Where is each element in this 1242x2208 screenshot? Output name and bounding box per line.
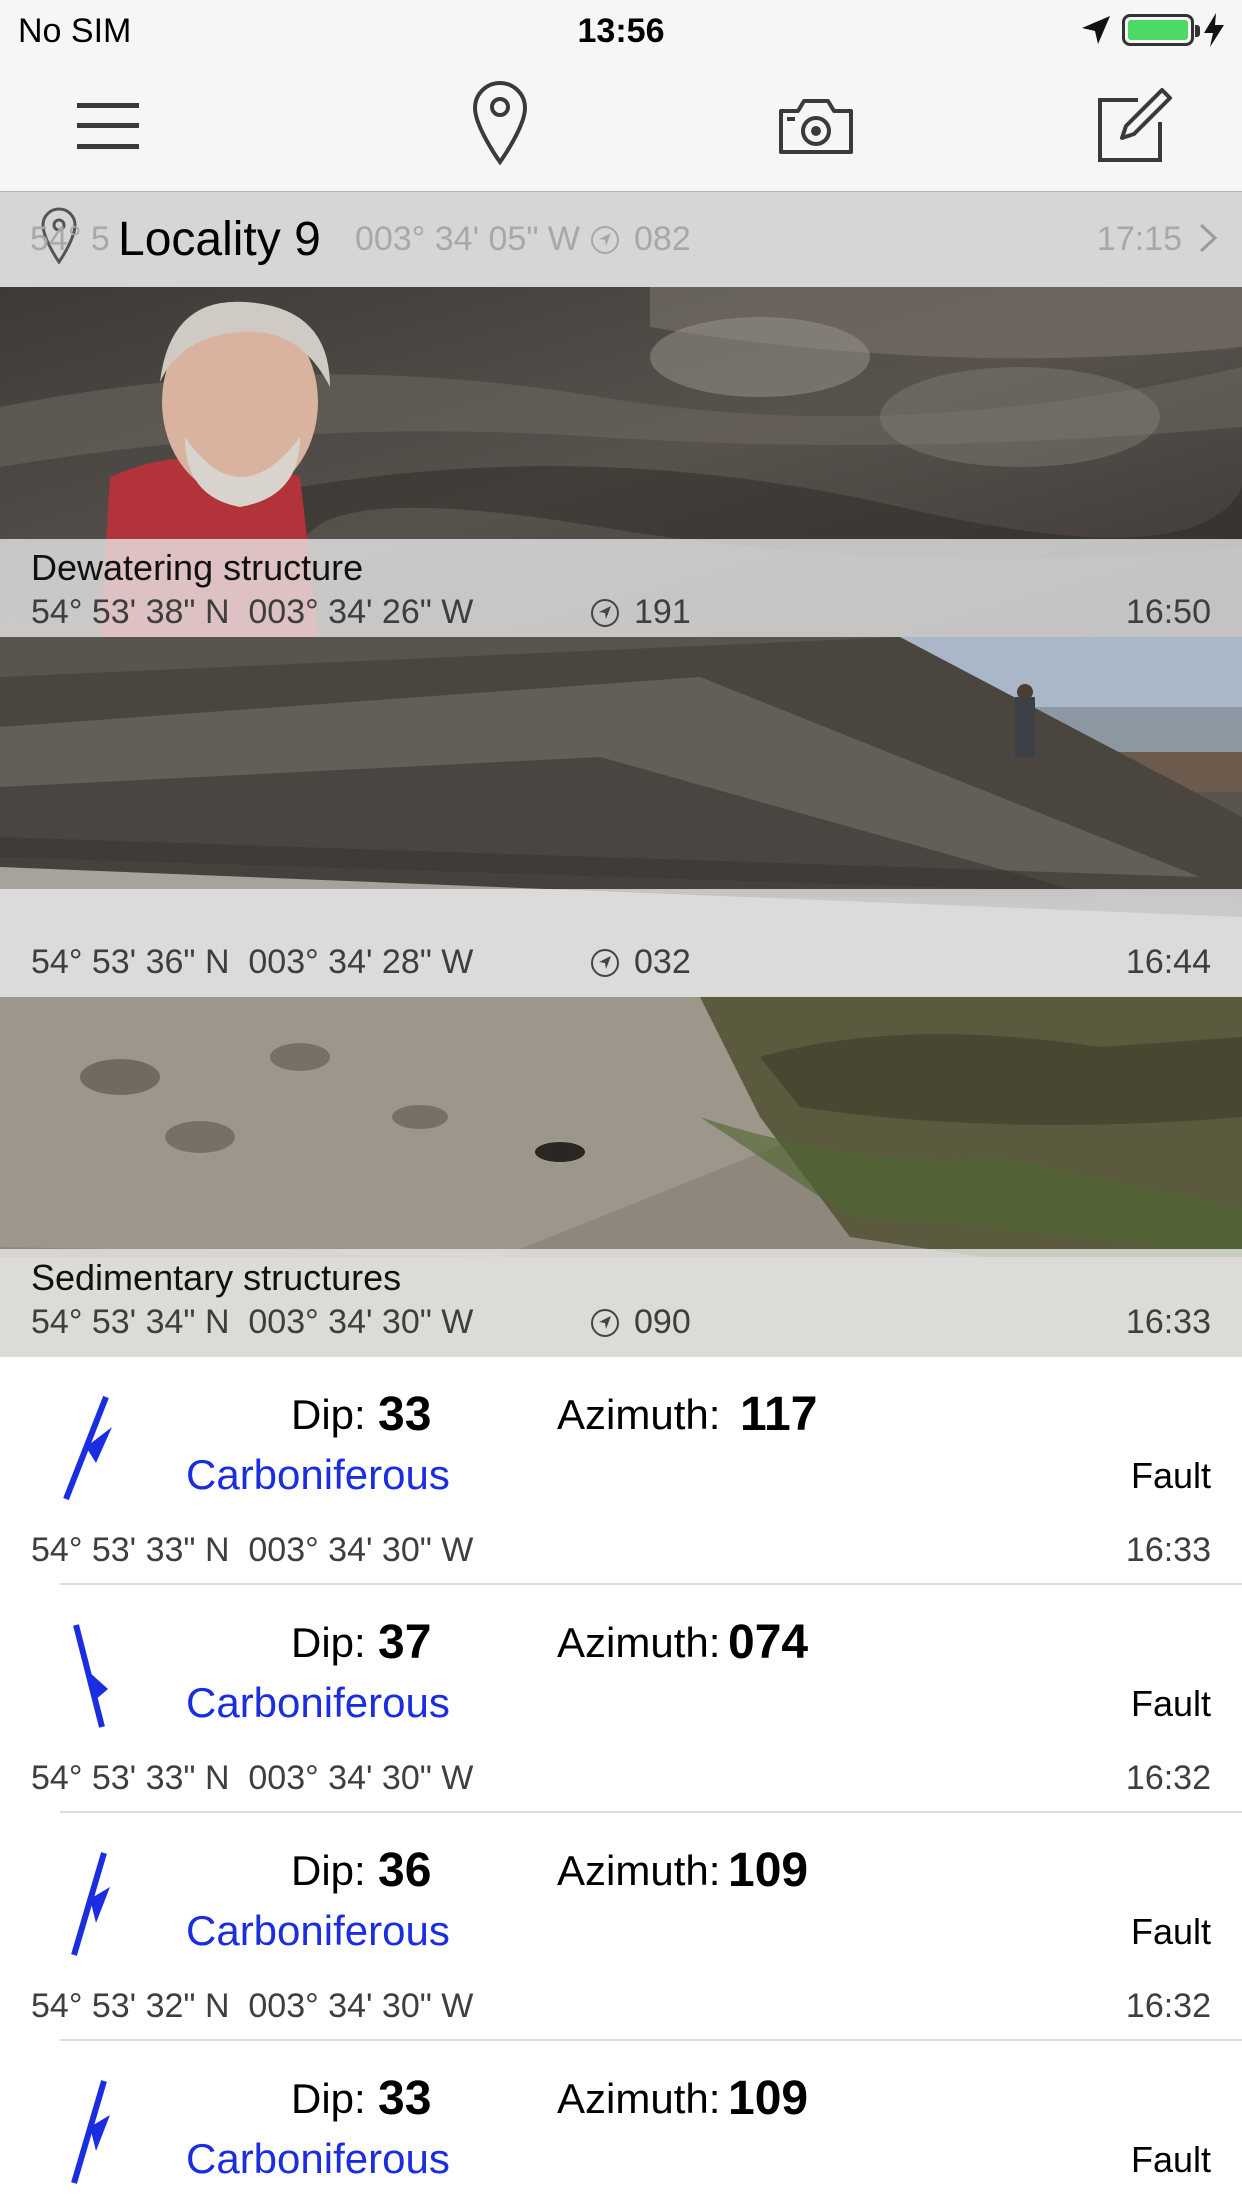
status-right-group: [1080, 10, 1224, 50]
dip-label: Dip:: [291, 1391, 366, 1438]
structure-type: Fault: [1130, 1683, 1211, 1724]
new-note-button[interactable]: [1090, 82, 1178, 170]
azimuth-label: Azimuth:: [557, 1847, 721, 1894]
geologic-period: Carboniferous: [186, 1679, 450, 1726]
locality-time: 17:15: [1096, 220, 1182, 258]
measurement-entry[interactable]: Dip: 33 Azimuth: 117 Carboniferous Fault…: [0, 1357, 1242, 1585]
photo-bearing-value: 090: [634, 1303, 691, 1341]
photo-bearing-value: 191: [634, 593, 691, 631]
photo-coordinates: 54° 53' 34" N 003° 34' 30" W: [31, 1303, 474, 1341]
dip-value: 36: [378, 1844, 432, 1897]
menu-icon: [77, 103, 139, 149]
measurement-coordinates: 54° 53' 32" N 003° 34' 30" W: [31, 1987, 474, 2025]
add-location-button[interactable]: [456, 78, 544, 166]
locality-title: Locality 9: [118, 213, 321, 266]
locality-latitude: 54° 5: [30, 220, 110, 258]
dip-value: 33: [378, 2072, 432, 2125]
compass-icon: [591, 598, 619, 627]
photo-bearing-value: 032: [634, 943, 691, 981]
photo-entry[interactable]: 54° 53' 36" N 003° 34' 28" W 032 16:44: [0, 637, 1242, 997]
chevron-right-icon: [1199, 223, 1218, 253]
measurement-time: 16:32: [1125, 1759, 1211, 1797]
location-arrow-icon: [1082, 16, 1110, 44]
photo-caption: Sedimentary structures 54° 53' 34" N 003…: [0, 1249, 1242, 1357]
azimuth-label: Azimuth:: [557, 2075, 721, 2122]
photo-time: 16:44: [1125, 943, 1211, 981]
measurement-entry[interactable]: Dip: 36 Azimuth: 109 Carboniferous Fault…: [0, 1813, 1242, 2041]
geologic-period: Carboniferous: [186, 2135, 450, 2182]
location-pin-icon: [472, 81, 528, 165]
camera-icon: [779, 99, 853, 154]
compass-icon: [591, 225, 619, 254]
azimuth-value: 109: [728, 2072, 809, 2125]
fault-symbol-icon: [63, 1395, 112, 1501]
photo-bearing: 032: [590, 943, 691, 982]
photo-caption: Dewatering structure 54° 53' 38" N 003° …: [0, 539, 1242, 647]
fault-symbol-icon: [73, 1624, 108, 1728]
structure-type: Fault: [1130, 1911, 1211, 1952]
status-bar: No SIM 13:56: [0, 0, 1242, 60]
compose-icon: [1098, 88, 1172, 162]
locality-header[interactable]: 54° 5 003° 34' 05" W 082 17:15 Locality …: [0, 192, 1242, 287]
photo-title: Sedimentary structures: [31, 1257, 402, 1298]
measurement-entry[interactable]: Dip: 33 Azimuth: 109 Carboniferous Fault: [0, 2041, 1242, 2208]
photo-entry[interactable]: Dewatering structure 54° 53' 38" N 003° …: [0, 287, 1242, 647]
camera-button[interactable]: [772, 82, 860, 170]
dip-value: 33: [378, 1388, 432, 1441]
menu-button[interactable]: [64, 82, 152, 170]
photo-coordinates: 54° 53' 36" N 003° 34' 28" W: [31, 943, 474, 981]
charging-bolt-icon: [1204, 13, 1224, 47]
compass-icon: [591, 1308, 619, 1337]
photo-coordinates: 54° 53' 38" N 003° 34' 26" W: [31, 593, 474, 631]
locality-bearing-value: 082: [634, 220, 691, 258]
structure-type: Fault: [1130, 1455, 1211, 1496]
azimuth-label: Azimuth:: [557, 1619, 721, 1666]
fault-symbol-icon: [71, 2080, 110, 2184]
fault-symbol-icon: [71, 1852, 110, 1956]
clock: 13:56: [577, 12, 665, 50]
photo-entry[interactable]: Sedimentary structures 54° 53' 34" N 003…: [0, 997, 1242, 1357]
photo-bearing: 090: [590, 1303, 691, 1342]
dip-label: Dip:: [291, 1847, 366, 1894]
measurement-coordinates: 54° 53' 33" N 003° 34' 30" W: [31, 1759, 474, 1797]
dip-label: Dip:: [291, 2075, 366, 2122]
azimuth-value: 074: [728, 1616, 809, 1669]
measurement-coordinates: 54° 53' 33" N 003° 34' 30" W: [31, 1531, 474, 1569]
dip-value: 37: [378, 1616, 432, 1669]
battery-icon: [1122, 14, 1200, 46]
photo-title: Dewatering structure: [31, 547, 364, 588]
photo-time: 16:50: [1125, 593, 1211, 631]
geologic-period: Carboniferous: [186, 1451, 450, 1498]
structure-type: Fault: [1130, 2139, 1211, 2180]
dip-label: Dip:: [291, 1619, 366, 1666]
azimuth-label: Azimuth:: [557, 1391, 721, 1438]
locality-longitude: 003° 34' 05" W: [355, 220, 580, 258]
photo-bearing: 191: [590, 593, 691, 632]
locality-bearing: 082: [590, 220, 691, 259]
measurement-time: 16:32: [1125, 1987, 1211, 2025]
compass-icon: [591, 948, 619, 977]
measurement-time: 16:33: [1125, 1531, 1211, 1569]
azimuth-value: 109: [728, 1844, 809, 1897]
photo-caption: 54° 53' 36" N 003° 34' 28" W 032 16:44: [0, 889, 1242, 997]
photo-time: 16:33: [1125, 1303, 1211, 1341]
azimuth-value: 117: [740, 1388, 818, 1441]
toolbar: [0, 60, 1242, 192]
measurement-entry[interactable]: Dip: 37 Azimuth: 074 Carboniferous Fault…: [0, 1585, 1242, 1813]
geologic-period: Carboniferous: [186, 1907, 450, 1954]
